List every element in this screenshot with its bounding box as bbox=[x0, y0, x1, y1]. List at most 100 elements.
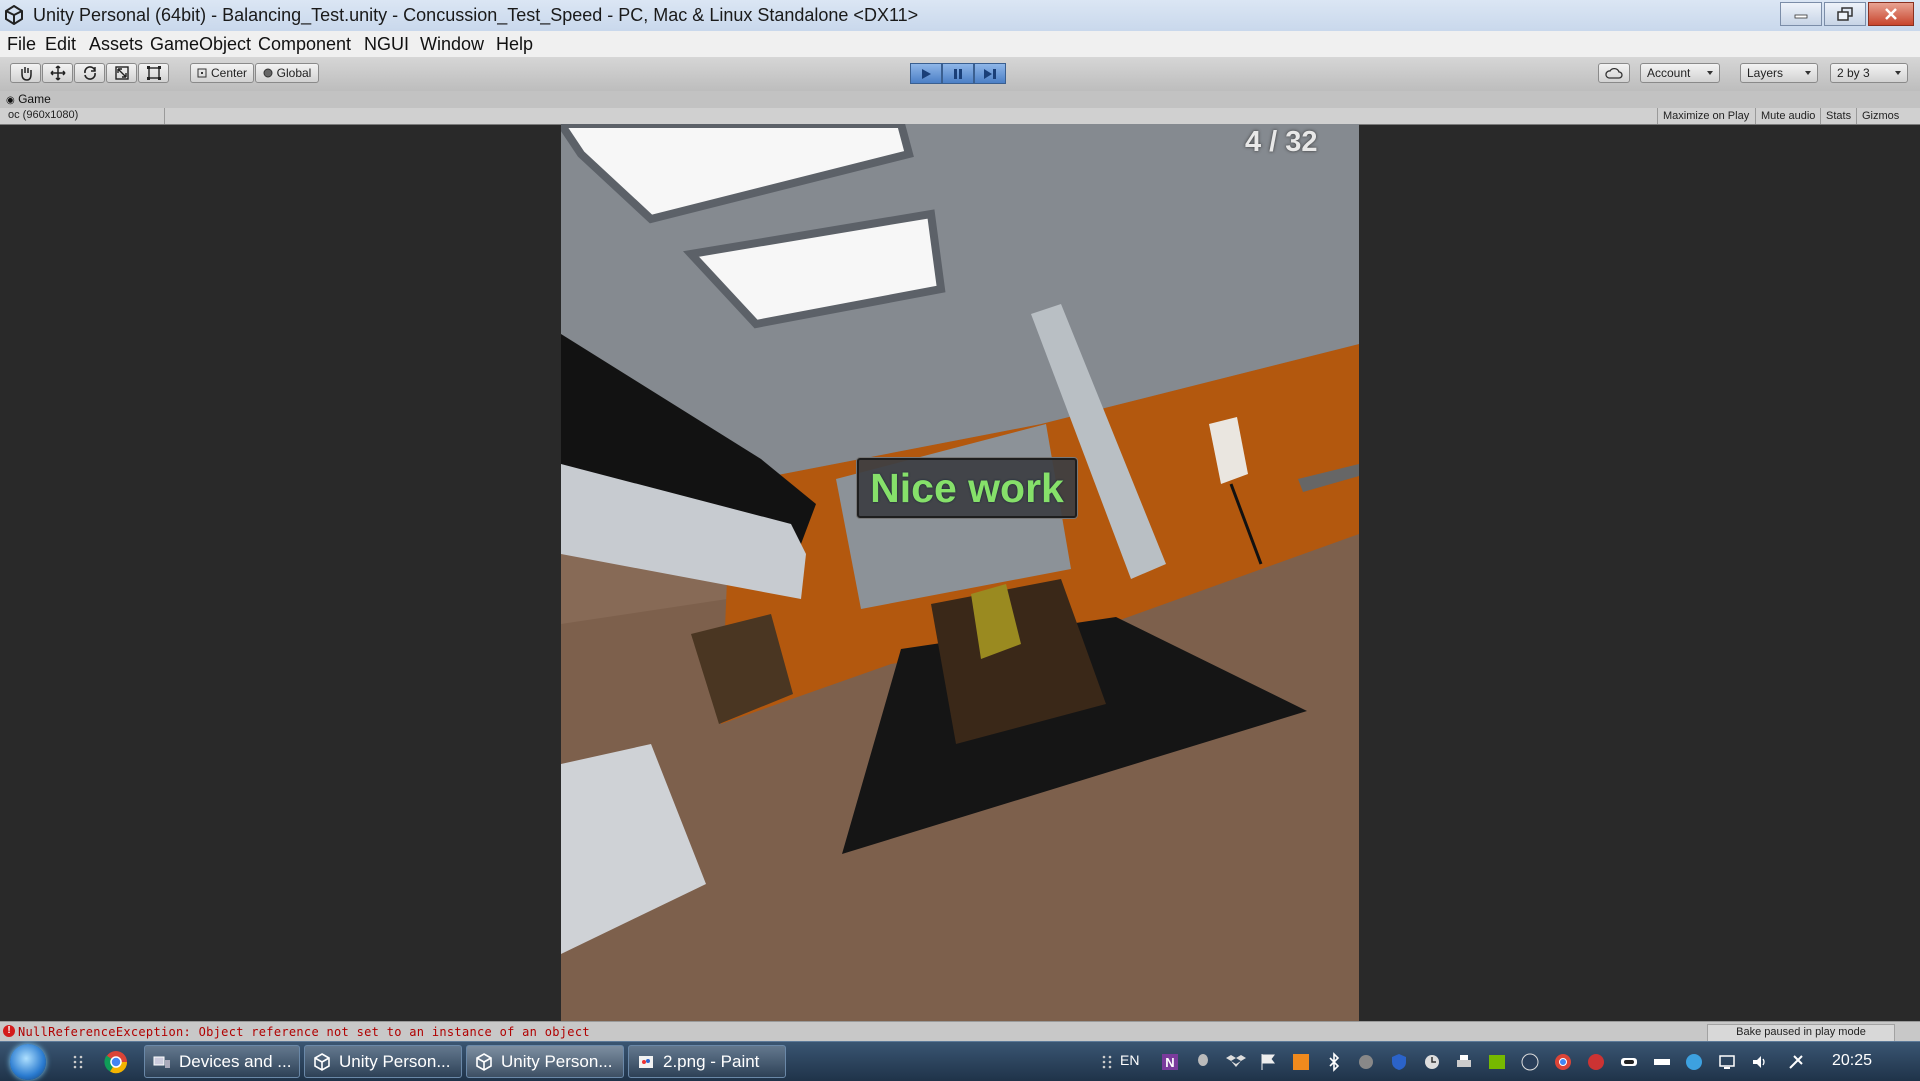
menu-help[interactable]: Help bbox=[496, 34, 533, 55]
menu-file[interactable]: File bbox=[7, 34, 36, 55]
stats-toggle[interactable]: Stats bbox=[1820, 108, 1856, 124]
volume-icon[interactable] bbox=[1750, 1052, 1770, 1072]
console-error-message[interactable]: NullReferenceException: Object reference… bbox=[18, 1025, 590, 1039]
system-clock[interactable]: 20:25 bbox=[1832, 1052, 1872, 1070]
shield-icon[interactable] bbox=[1389, 1052, 1409, 1072]
printer-icon[interactable] bbox=[1454, 1052, 1474, 1072]
resolution-dropdown[interactable]: oc (960x1080) bbox=[8, 109, 78, 121]
taskbar-item-label: Unity Person... bbox=[501, 1052, 613, 1071]
taskbar-item-unity-1[interactable]: Unity Person... bbox=[304, 1045, 462, 1078]
room-scene-image bbox=[561, 124, 1359, 1021]
unity-icon bbox=[476, 1053, 492, 1071]
step-icon bbox=[984, 68, 996, 79]
game-view-header: oc (960x1080) Maximize on Play Mute audi… bbox=[0, 108, 1920, 125]
title-bar: Unity Personal (64bit) - Balancing_Test.… bbox=[0, 0, 1920, 32]
close-button[interactable] bbox=[1868, 2, 1914, 26]
chevron-down-icon bbox=[1707, 71, 1713, 75]
onenote-icon[interactable]: N bbox=[1160, 1052, 1180, 1072]
divider bbox=[164, 108, 165, 124]
menu-bar: File Edit Assets GameObject Component NG… bbox=[0, 31, 1920, 58]
progress-counter: 4 / 32 bbox=[1245, 126, 1318, 158]
grip-icon bbox=[73, 1055, 83, 1069]
flag-icon[interactable] bbox=[1258, 1052, 1278, 1072]
layout-label: 2 by 3 bbox=[1837, 66, 1870, 80]
space-toggle[interactable]: Global bbox=[255, 63, 319, 83]
game-tab-bar: ◉ Game bbox=[0, 91, 1920, 108]
sync-icon[interactable] bbox=[1684, 1052, 1704, 1072]
battery-icon[interactable] bbox=[1652, 1052, 1672, 1072]
restore-icon bbox=[1837, 7, 1853, 21]
move-tool-button[interactable] bbox=[42, 63, 73, 83]
dropbox-icon[interactable] bbox=[1226, 1052, 1246, 1072]
balloon-icon[interactable] bbox=[1193, 1052, 1213, 1072]
bluetooth-icon[interactable] bbox=[1324, 1052, 1344, 1072]
chevron-down-icon bbox=[1895, 71, 1901, 75]
pause-button[interactable] bbox=[942, 63, 974, 84]
clock-icon[interactable] bbox=[1422, 1052, 1442, 1072]
restore-button[interactable] bbox=[1824, 2, 1866, 26]
steam-icon[interactable] bbox=[1520, 1052, 1540, 1072]
play-icon bbox=[922, 68, 931, 79]
account-dropdown[interactable]: Account bbox=[1640, 63, 1720, 83]
scale-tool-button[interactable] bbox=[106, 63, 137, 83]
unity-icon bbox=[314, 1053, 330, 1071]
pivot-toggle[interactable]: Center bbox=[190, 63, 254, 83]
pivot-icon bbox=[197, 68, 207, 78]
bake-status: Bake paused in play mode bbox=[1707, 1024, 1895, 1042]
start-button[interactable] bbox=[10, 1044, 46, 1080]
game-view-render[interactable] bbox=[561, 124, 1359, 1021]
layers-label: Layers bbox=[1747, 66, 1784, 80]
hand-icon bbox=[20, 67, 32, 81]
rect-tool-button[interactable] bbox=[138, 63, 169, 83]
gizmos-dropdown[interactable]: Gizmos bbox=[1856, 108, 1904, 124]
menu-gameobject[interactable]: GameObject bbox=[150, 34, 251, 55]
minimize-button[interactable] bbox=[1780, 2, 1822, 26]
status-bar: ! NullReferenceException: Object referen… bbox=[0, 1021, 1920, 1042]
power-icon[interactable] bbox=[1786, 1052, 1806, 1072]
taskbar-item-unity-2[interactable]: Unity Person... bbox=[466, 1045, 624, 1078]
tab-game[interactable]: ◉ Game bbox=[6, 92, 51, 106]
game-tab-icon: ◉ bbox=[6, 95, 15, 106]
layers-dropdown[interactable]: Layers bbox=[1740, 63, 1818, 83]
rotate-icon bbox=[83, 66, 96, 80]
taskbar-item-paint[interactable]: 2.png - Paint bbox=[628, 1045, 786, 1078]
hand-tool-button[interactable] bbox=[10, 63, 41, 83]
taskbar-item-label: Unity Person... bbox=[339, 1052, 451, 1071]
unity-icon bbox=[5, 5, 23, 25]
menu-edit[interactable]: Edit bbox=[45, 34, 76, 55]
taskbar-item-devices[interactable]: Devices and ... bbox=[144, 1045, 300, 1078]
feedback-message: Nice work bbox=[870, 464, 1064, 511]
svg-text:N: N bbox=[1165, 1055, 1174, 1070]
globe-icon bbox=[263, 68, 273, 78]
nvidia-icon[interactable] bbox=[1487, 1052, 1507, 1072]
network-icon[interactable] bbox=[1717, 1052, 1737, 1072]
menu-ngui[interactable]: NGUI bbox=[364, 34, 409, 55]
cloud-button[interactable] bbox=[1598, 63, 1630, 83]
maximize-on-play-toggle[interactable]: Maximize on Play bbox=[1657, 108, 1754, 124]
play-button[interactable] bbox=[910, 63, 942, 84]
chevron-down-icon bbox=[1805, 71, 1811, 75]
vr-headset-icon[interactable] bbox=[1619, 1052, 1639, 1072]
grip-icon bbox=[1102, 1055, 1112, 1069]
taskbar: Devices and ... Unity Person... Unity Pe… bbox=[0, 1041, 1920, 1081]
toolbar: Center Global Account Layers 2 by 3 bbox=[0, 57, 1920, 92]
taskbar-item-label: Devices and ... bbox=[179, 1052, 292, 1071]
mute-audio-toggle[interactable]: Mute audio bbox=[1755, 108, 1820, 124]
app-icon-orange[interactable] bbox=[1291, 1052, 1311, 1072]
menu-window[interactable]: Window bbox=[420, 34, 484, 55]
menu-component[interactable]: Component bbox=[258, 34, 351, 55]
network-share-icon[interactable] bbox=[1356, 1052, 1376, 1072]
antivirus-icon[interactable] bbox=[1586, 1052, 1606, 1072]
chrome-icon[interactable] bbox=[104, 1050, 128, 1074]
pivot-label: Center bbox=[210, 66, 248, 80]
rotate-tool-button[interactable] bbox=[74, 63, 105, 83]
rect-icon bbox=[146, 66, 161, 80]
devices-icon bbox=[153, 1056, 170, 1068]
layout-dropdown[interactable]: 2 by 3 bbox=[1830, 63, 1908, 83]
menu-assets[interactable]: Assets bbox=[89, 34, 143, 55]
feedback-popup: Nice work bbox=[857, 458, 1077, 518]
language-indicator[interactable]: EN bbox=[1120, 1052, 1139, 1068]
taskbar-item-label: 2.png - Paint bbox=[663, 1052, 760, 1071]
step-button[interactable] bbox=[974, 63, 1006, 84]
chrome-icon[interactable] bbox=[1553, 1052, 1573, 1072]
